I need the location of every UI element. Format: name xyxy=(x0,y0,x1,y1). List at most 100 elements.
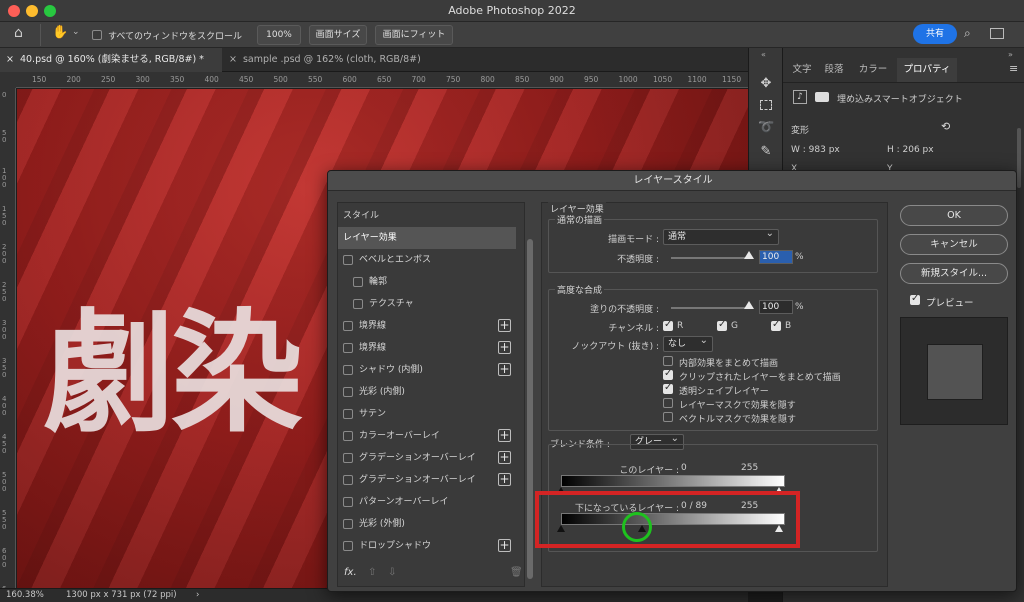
share-button[interactable]: 共有 xyxy=(913,24,957,44)
panel-menu-icon[interactable]: ≡ xyxy=(1009,62,1018,75)
tab-40-psd[interactable]: × 40.psd @ 160% (劇染ませる, RGB/8#) * xyxy=(0,48,222,72)
style-item[interactable]: ドロップシャドウ + xyxy=(338,535,516,557)
style-item[interactable]: シャドウ (内側) + xyxy=(338,359,516,381)
advanced-option-checkbox[interactable] xyxy=(663,356,673,366)
chevron-down-icon[interactable]: ⌄ xyxy=(72,27,80,37)
panel-scrollbar[interactable] xyxy=(1017,128,1021,188)
add-effect-icon[interactable]: + xyxy=(498,363,511,376)
advanced-option-checkbox[interactable] xyxy=(663,398,673,408)
ruler-tick-label: 550 xyxy=(308,75,323,84)
status-menu-arrow[interactable]: › xyxy=(196,589,199,602)
add-effect-icon[interactable]: + xyxy=(498,539,511,552)
style-item[interactable]: テクスチャ xyxy=(338,293,516,315)
style-item[interactable]: サテン xyxy=(338,403,516,425)
style-item[interactable]: 光彩 (外側) xyxy=(338,513,516,535)
new-style-button[interactable]: 新規スタイル... xyxy=(900,263,1008,284)
add-effect-icon[interactable]: + xyxy=(498,341,511,354)
add-effect-icon[interactable]: + xyxy=(498,429,511,442)
style-item-checkbox[interactable] xyxy=(343,541,353,551)
ruler-tick-label: 50 xyxy=(2,129,7,144)
style-item-label: ベベルとエンボス xyxy=(359,255,432,265)
home-icon[interactable]: ⌂ xyxy=(14,25,23,41)
channel-r-checkbox[interactable] xyxy=(663,319,673,331)
cancel-button[interactable]: キャンセル xyxy=(900,234,1008,255)
style-item-checkbox[interactable] xyxy=(343,409,353,419)
ruler-tick-label: 150 xyxy=(32,75,47,84)
zoom-100-button[interactable]: 100% xyxy=(257,25,301,45)
scroll-all-windows-checkbox[interactable] xyxy=(92,30,102,40)
search-icon[interactable]: ⌕ xyxy=(964,26,971,41)
style-item-checkbox[interactable] xyxy=(343,431,353,441)
fill-opacity-slider-track[interactable] xyxy=(671,307,753,309)
style-item-checkbox[interactable] xyxy=(343,475,353,485)
magic-wand-tool-icon[interactable]: ✎ xyxy=(758,144,774,160)
style-item[interactable]: カラーオーバーレイ + xyxy=(338,425,516,447)
workspace-icon[interactable] xyxy=(990,28,1004,39)
add-effect-icon[interactable]: + xyxy=(498,473,511,486)
styles-header[interactable]: スタイル xyxy=(338,205,516,227)
collapse-icon[interactable]: » xyxy=(1008,50,1013,59)
channel-g-checkbox[interactable] xyxy=(717,319,727,331)
marquee-tool-icon[interactable] xyxy=(760,100,772,110)
style-item-checkbox[interactable] xyxy=(353,277,363,287)
channel-b-checkbox[interactable] xyxy=(771,319,781,331)
tab-color[interactable]: カラー xyxy=(853,58,893,82)
style-item-label: 境界線 xyxy=(359,343,387,353)
style-item-checkbox[interactable] xyxy=(343,321,353,331)
move-down-icon[interactable]: ⇩ xyxy=(388,567,396,578)
style-item-checkbox[interactable] xyxy=(343,255,353,265)
style-item-checkbox[interactable] xyxy=(343,365,353,375)
style-item-checkbox[interactable] xyxy=(343,343,353,353)
ok-button[interactable]: OK xyxy=(900,205,1008,226)
style-item-checkbox[interactable] xyxy=(343,519,353,529)
opacity-slider-handle[interactable] xyxy=(744,251,754,259)
style-list-scrollbar[interactable] xyxy=(527,239,533,579)
advanced-option-checkbox[interactable] xyxy=(663,382,673,394)
close-icon[interactable]: × xyxy=(229,54,237,65)
fill-opacity-input[interactable]: 100 xyxy=(759,300,793,314)
style-item[interactable]: パターンオーバーレイ xyxy=(338,491,516,513)
blend-mode-select[interactable]: 通常 xyxy=(663,227,779,245)
preview-checkbox[interactable] xyxy=(910,293,920,305)
style-item[interactable]: グラデーションオーバーレイ + xyxy=(338,469,516,491)
ruler-tick-label: 600 xyxy=(342,75,357,84)
move-tool-icon[interactable]: ✥ xyxy=(758,76,774,92)
width-value: W : 983 px xyxy=(791,145,840,155)
close-icon[interactable]: × xyxy=(6,54,14,65)
tab-character[interactable]: 文字 xyxy=(787,58,817,82)
hand-tool-icon[interactable]: ✋ xyxy=(52,25,68,40)
style-item-checkbox[interactable] xyxy=(343,387,353,397)
channels-label: チャンネル : xyxy=(608,324,659,334)
fill-opacity-slider-handle[interactable] xyxy=(744,301,754,309)
opacity-slider-track[interactable] xyxy=(671,257,753,259)
opacity-input[interactable]: 100 xyxy=(759,250,793,264)
advanced-option-checkbox[interactable] xyxy=(663,368,673,380)
style-item-checkbox[interactable] xyxy=(343,453,353,463)
fx-menu-button[interactable]: fx. xyxy=(344,567,357,578)
fit-screen-button[interactable]: 画面サイズ xyxy=(309,25,367,45)
add-effect-icon[interactable]: + xyxy=(498,319,511,332)
knockout-select[interactable]: なし xyxy=(663,334,713,352)
trash-icon[interactable]: 🗑 xyxy=(510,567,523,578)
style-item[interactable]: グラデーションオーバーレイ + xyxy=(338,447,516,469)
advanced-option-checkbox[interactable] xyxy=(663,412,673,422)
tab-properties[interactable]: プロパティ xyxy=(897,58,957,82)
ruler-tick-label: 0 xyxy=(2,91,7,99)
collapse-icon[interactable]: « xyxy=(761,50,766,59)
style-item[interactable]: 輪郭 xyxy=(338,271,516,293)
style-item-checkbox[interactable] xyxy=(353,299,363,309)
add-effect-icon[interactable]: + xyxy=(498,451,511,464)
fill-screen-button[interactable]: 画面にフィット xyxy=(375,25,453,45)
tab-paragraph[interactable]: 段落 xyxy=(819,58,849,82)
tab-sample-psd[interactable]: × sample .psd @ 162% (cloth, RGB/8#) xyxy=(223,48,433,72)
style-item[interactable]: 境界線 + xyxy=(338,315,516,337)
move-up-icon[interactable]: ⇧ xyxy=(368,567,376,578)
lasso-tool-icon[interactable]: ➰ xyxy=(758,120,774,136)
style-item-label: カラーオーバーレイ xyxy=(359,431,440,441)
style-item[interactable]: ベベルとエンボス xyxy=(338,249,516,271)
style-item-checkbox[interactable] xyxy=(343,497,353,507)
style-item[interactable]: レイヤー効果 xyxy=(338,227,516,249)
reset-icon[interactable]: ⟲ xyxy=(941,120,950,133)
style-item[interactable]: 境界線 + xyxy=(338,337,516,359)
style-item[interactable]: 光彩 (内側) xyxy=(338,381,516,403)
